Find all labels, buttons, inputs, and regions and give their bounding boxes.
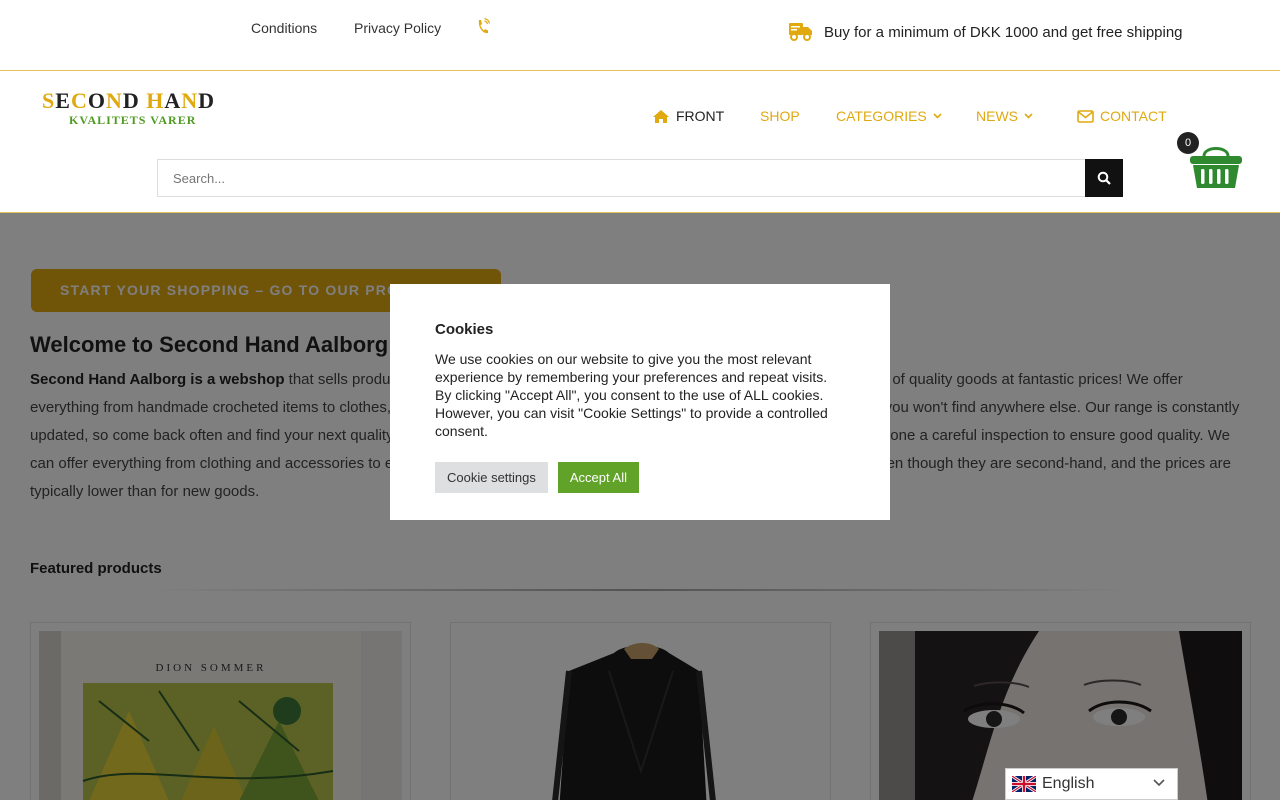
chevron-down-icon [1153, 779, 1165, 787]
truck-icon [788, 20, 814, 42]
logo[interactable]: SECOND HAND KVALITETS VARER [42, 89, 227, 133]
top-bar: Conditions Privacy Policy Buy for a mini… [0, 0, 1280, 71]
chevron-down-icon [1024, 113, 1033, 119]
uk-flag-icon [1012, 776, 1036, 792]
language-switcher[interactable]: English [1005, 768, 1178, 800]
cart-count-badge: 0 [1177, 132, 1199, 154]
site-header: SECOND HAND KVALITETS VARER FRONT SHOP C… [0, 72, 1280, 213]
nav-news[interactable]: NEWS [976, 108, 1033, 124]
cookie-dialog: Cookies We use cookies on our website to… [390, 284, 890, 520]
nav-contact[interactable]: CONTACT [1077, 108, 1167, 124]
nav-front[interactable]: FRONT [652, 108, 724, 124]
cookie-settings-button[interactable]: Cookie settings [435, 462, 548, 493]
language-label: English [1042, 775, 1095, 792]
nav-news-label: NEWS [976, 108, 1018, 124]
nav-front-label: FRONT [676, 108, 725, 124]
cookie-text: We use cookies on our website to give yo… [435, 351, 828, 439]
search-input[interactable] [157, 159, 1086, 197]
privacy-policy-link[interactable]: Privacy Policy [354, 20, 441, 36]
conditions-link[interactable]: Conditions [251, 20, 317, 36]
nav-categories-label: CATEGORIES [836, 108, 927, 124]
cookie-buttons: Cookie settings Accept All [435, 462, 845, 493]
logo-title: SECOND HAND [42, 88, 216, 113]
search-icon [1097, 171, 1111, 185]
home-icon [653, 109, 669, 123]
phone-icon[interactable] [476, 17, 491, 36]
logo-subtitle: KVALITETS VARER [69, 113, 197, 127]
accept-all-button[interactable]: Accept All [557, 462, 639, 493]
chevron-down-icon [933, 113, 942, 119]
envelope-icon [1077, 109, 1094, 123]
nav-shop-label: SHOP [760, 108, 800, 124]
search-button[interactable] [1085, 159, 1123, 197]
nav-categories[interactable]: CATEGORIES [836, 108, 942, 124]
nav-shop[interactable]: SHOP [760, 108, 800, 124]
cookie-title: Cookies [435, 321, 494, 338]
free-shipping-text: Buy for a minimum of DKK 1000 and get fr… [824, 24, 1183, 41]
nav-contact-label: CONTACT [1100, 108, 1167, 124]
